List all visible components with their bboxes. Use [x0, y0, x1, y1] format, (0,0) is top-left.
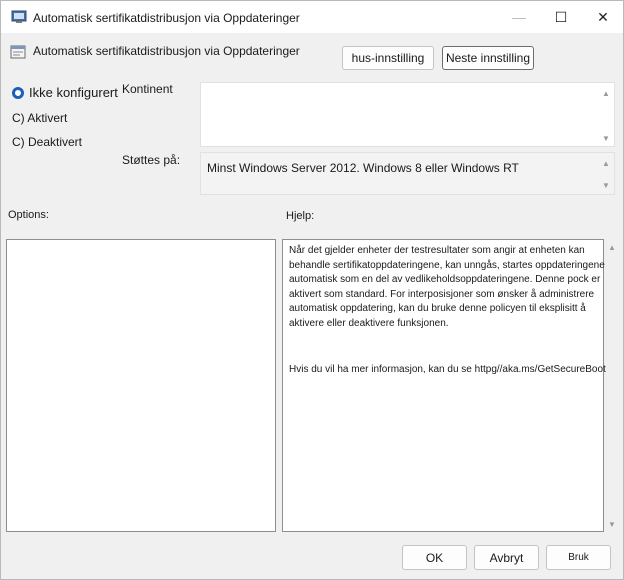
supported-label: Støttes på:: [122, 153, 181, 167]
radio-disabled[interactable]: C) Deaktivert: [12, 135, 82, 149]
maximize-button[interactable]: ☐: [539, 1, 583, 33]
previous-setting-button[interactable]: hus-innstilling: [342, 46, 434, 70]
help-panel: Når det gjelder enheter der testresultat…: [282, 239, 607, 532]
policy-setting-icon: [10, 45, 26, 59]
options-panel: [6, 239, 276, 532]
help-paragraph-2: Hvis du vil ha mer informasjon, kan du s…: [289, 364, 606, 375]
comment-textarea[interactable]: ▲ ▼: [200, 82, 615, 147]
help-paragraph-1: Når det gjelder enheter der testresultat…: [289, 245, 605, 329]
scroll-down-icon[interactable]: ▼: [601, 181, 611, 191]
title-bar: Automatisk sertifikatdistribusjon via Op…: [1, 1, 623, 33]
help-text: Når det gjelder enheter der testresultat…: [289, 244, 607, 378]
close-button[interactable]: ✕: [581, 1, 624, 33]
cancel-button[interactable]: Avbryt: [474, 545, 539, 570]
radio-not-configured-label: Ikke konfigurert: [29, 85, 118, 100]
maximize-icon: ☐: [554, 8, 568, 25]
radio-enabled-label: C) Aktivert: [12, 111, 68, 125]
supported-value: Minst Windows Server 2012. Windows 8 ell…: [207, 161, 519, 175]
options-label: Options:: [8, 209, 49, 221]
help-scroll-down-icon[interactable]: ▼: [607, 520, 617, 530]
minimize-icon: —: [512, 9, 526, 25]
policy-title: Automatisk sertifikatdistribusjon via Op…: [33, 44, 300, 58]
help-label: Hjelp:: [286, 210, 315, 222]
window-title: Automatisk sertifikatdistribusjon via Op…: [33, 11, 300, 25]
ok-button[interactable]: OK: [402, 545, 467, 570]
scroll-up-icon[interactable]: ▲: [601, 89, 611, 99]
radio-not-configured[interactable]: Ikke konfigurert: [12, 85, 118, 100]
policy-dialog: Automatisk sertifikatdistribusjon via Op…: [0, 0, 624, 580]
close-icon: ✕: [597, 8, 609, 25]
radio-enabled[interactable]: C) Aktivert: [12, 111, 67, 125]
minimize-button[interactable]: —: [497, 1, 541, 33]
next-setting-button[interactable]: Neste innstilling: [442, 46, 534, 70]
comment-label: Kontinent: [122, 82, 173, 96]
apply-button[interactable]: Bruk: [546, 545, 611, 570]
radio-selected-icon: [12, 86, 24, 99]
supported-field: Minst Windows Server 2012. Windows 8 ell…: [200, 152, 615, 195]
scroll-up-icon[interactable]: ▲: [601, 159, 611, 169]
policy-app-icon: [11, 10, 27, 23]
help-scroll-up-icon[interactable]: ▲: [607, 243, 617, 253]
scroll-down-icon[interactable]: ▼: [601, 134, 611, 144]
radio-disabled-label: C) Deaktivert: [12, 135, 83, 149]
